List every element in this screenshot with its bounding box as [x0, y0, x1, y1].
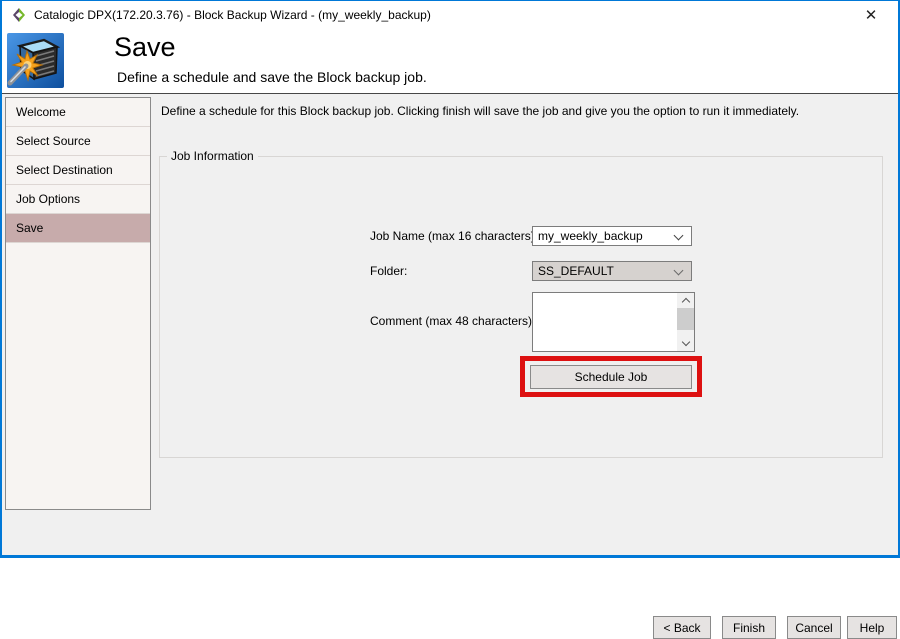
- window-title: Catalogic DPX(172.20.3.76) - Block Backu…: [34, 8, 431, 22]
- finish-button[interactable]: Finish: [722, 616, 776, 639]
- wizard-content: Welcome Select Source Select Destination…: [2, 95, 898, 555]
- catalogic-logo-icon: [11, 7, 27, 23]
- job-name-input[interactable]: [533, 227, 663, 245]
- job-information-group: Job Information Job Name (max 16 charact…: [159, 156, 883, 458]
- close-icon: ✕: [865, 6, 878, 24]
- close-button[interactable]: ✕: [852, 1, 890, 29]
- title-bar[interactable]: Catalogic DPX(172.20.3.76) - Block Backu…: [2, 1, 898, 29]
- help-button[interactable]: Help: [847, 616, 897, 639]
- comment-textarea[interactable]: [533, 293, 677, 351]
- annotation-highlight: Schedule Job: [520, 356, 702, 397]
- scroll-down-icon[interactable]: [677, 336, 694, 351]
- chevron-down-icon[interactable]: [674, 266, 684, 276]
- instruction-text: Define a schedule for this Block backup …: [161, 104, 799, 118]
- comment-field[interactable]: [532, 292, 695, 352]
- folder-label: Folder:: [370, 261, 407, 281]
- page-title: Save: [114, 32, 176, 63]
- comment-label: Comment (max 48 characters):: [370, 311, 535, 331]
- schedule-job-button[interactable]: Schedule Job: [530, 365, 692, 389]
- cancel-button[interactable]: Cancel: [787, 616, 841, 639]
- job-name-combobox[interactable]: [532, 226, 692, 246]
- wizard-steps-sidebar: Welcome Select Source Select Destination…: [5, 97, 151, 510]
- wizard-window: Catalogic DPX(172.20.3.76) - Block Backu…: [0, 0, 900, 558]
- folder-combobox[interactable]: SS_DEFAULT: [532, 261, 692, 281]
- wizard-header: Save Define a schedule and save the Bloc…: [2, 29, 898, 94]
- backup-wizard-icon: [7, 33, 64, 88]
- back-button[interactable]: < Back: [653, 616, 711, 639]
- comment-scrollbar[interactable]: [677, 293, 694, 351]
- step-select-source[interactable]: Select Source: [6, 127, 150, 156]
- step-save[interactable]: Save: [6, 214, 150, 243]
- step-job-options[interactable]: Job Options: [6, 185, 150, 214]
- scroll-up-icon[interactable]: [677, 293, 694, 308]
- step-select-destination[interactable]: Select Destination: [6, 156, 150, 185]
- folder-value: SS_DEFAULT: [538, 264, 614, 278]
- step-welcome[interactable]: Welcome: [6, 98, 150, 127]
- chevron-down-icon[interactable]: [674, 231, 684, 241]
- job-name-label: Job Name (max 16 characters):: [370, 226, 538, 246]
- group-title: Job Information: [167, 149, 258, 163]
- page-subtitle: Define a schedule and save the Block bac…: [117, 69, 427, 85]
- scrollbar-thumb[interactable]: [677, 308, 694, 330]
